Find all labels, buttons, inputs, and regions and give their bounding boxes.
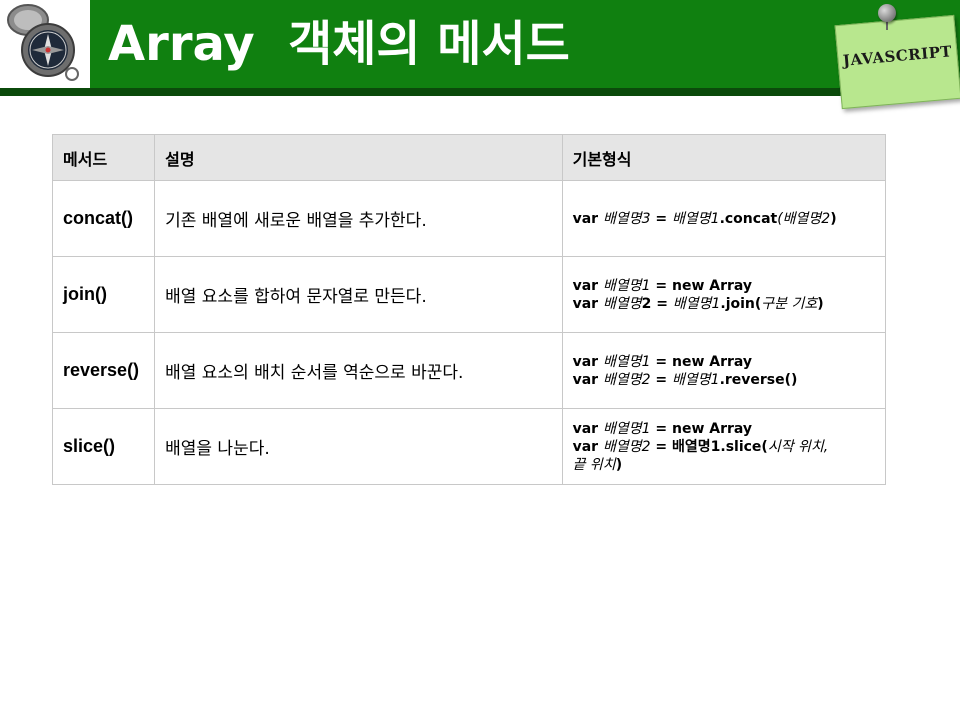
table-row: slice() 배열을 나눈다. var 배열명1 = new Array var… (51, 408, 887, 485)
syntax-segment: var (572, 353, 603, 370)
syntax-segment: ) (830, 210, 837, 227)
form-cell: var 배열명1 = new Array var 배열명2 = 배열명1.reve… (561, 332, 887, 409)
note-label: JAVASCRIPT (842, 42, 953, 70)
header-method: 메서드 (51, 134, 156, 181)
syntax-segment: = 배열명1.slice( (650, 438, 768, 455)
description-cell: 배열 요소를 합하여 문자열로 만든다. (154, 256, 563, 333)
method-description: 배열 요소의 배치 순서를 역순으로 바꾼다. (165, 363, 464, 383)
syntax-segment: .reverse() (719, 371, 798, 388)
syntax-segment: var (572, 277, 603, 294)
syntax-segment: 배열명1 (602, 420, 651, 437)
syntax-segment: 끝 위치 (572, 456, 616, 473)
syntax-segment: var (572, 210, 603, 227)
syntax-segment: 배열명3 (602, 210, 651, 227)
sticky-note: JAVASCRIPT (834, 14, 960, 110)
form-cell: var 배열명1 = new Array var 배열명2 = 배열명1.slic… (561, 408, 887, 485)
syntax-line: var 배열명1 = new Array (573, 353, 875, 371)
syntax-segment: 배열명1 (672, 210, 720, 227)
compass-icon (7, 4, 79, 81)
method-cell: reverse() (51, 332, 156, 409)
syntax-segment: = (650, 210, 672, 227)
syntax-segment: var (572, 371, 603, 388)
syntax-segment: 2 = (641, 295, 673, 312)
description-cell: 배열을 나눈다. (154, 408, 563, 485)
syntax-segment: = (650, 371, 672, 388)
syntax-line: 끝 위치) (573, 456, 875, 474)
header-underline (0, 88, 960, 96)
syntax-segment: = new Array (650, 353, 753, 370)
method-cell: join() (51, 256, 156, 333)
method-cell: slice() (51, 408, 156, 485)
syntax-segment: 배열명1 (602, 277, 651, 294)
syntax-segment: 배열명1 (602, 353, 651, 370)
syntax-line: var 배열명2 = 배열명1.reverse() (573, 371, 875, 389)
description-cell: 배열 요소의 배치 순서를 역순으로 바꾼다. (154, 332, 563, 409)
syntax-line: var 배열명3 = 배열명1.concat(배열명2) (573, 210, 875, 228)
method-description: 기존 배열에 새로운 배열을 추가한다. (165, 211, 427, 231)
syntax-segment: 배열명2 (602, 371, 651, 388)
method-description: 배열을 나눈다. (165, 439, 270, 459)
table-row: reverse() 배열 요소의 배치 순서를 역순으로 바꾼다. var 배열… (51, 332, 887, 409)
syntax-segment: ) (615, 456, 623, 473)
syntax-line: var 배열명1 = new Array (573, 277, 875, 295)
method-name: reverse() (63, 360, 140, 380)
syntax-line: var 배열명2 = 배열명1.slice(시작 위치, (573, 438, 875, 456)
syntax-segment: var (572, 295, 603, 312)
method-cell: concat() (51, 180, 156, 257)
syntax-segment: = new Array (650, 277, 753, 294)
syntax-segment: 배열명 (602, 295, 642, 312)
syntax-segment: .concat (719, 210, 778, 227)
syntax-segment: (배열명2 (777, 210, 831, 227)
syntax-segment: var (572, 420, 603, 437)
syntax-segment: 구분 기호 (761, 295, 818, 312)
logo-box (0, 0, 90, 88)
syntax-segment: 배열명2 (602, 438, 651, 455)
syntax-segment: = new Array (650, 420, 753, 437)
syntax-segment: 시작 위치, (767, 438, 829, 455)
syntax-line: var 배열명2 = 배열명1.join(구분 기호) (573, 295, 875, 313)
form-cell: var 배열명1 = new Array var 배열명2 = 배열명1.join… (561, 256, 887, 333)
method-name: join() (63, 284, 107, 304)
slide-header: Array 객체의 메서드 JAVASCRIPT (0, 0, 960, 110)
syntax-segment: 배열명1 (672, 295, 721, 312)
page-title: Array 객체의 메서드 (108, 16, 570, 72)
method-name: slice() (63, 436, 116, 456)
method-name: concat() (63, 208, 134, 228)
syntax-segment: 배열명1 (672, 371, 720, 388)
syntax-segment: ) (817, 295, 824, 312)
pushpin-icon (878, 4, 896, 22)
method-description: 배열 요소를 합하여 문자열로 만든다. (165, 287, 427, 307)
table-row: concat() 기존 배열에 새로운 배열을 추가한다. var 배열명3 =… (51, 180, 887, 257)
table-header-row: 메서드 설명 기본형식 (51, 134, 887, 181)
description-cell: 기존 배열에 새로운 배열을 추가한다. (154, 180, 563, 257)
header-description: 설명 (154, 134, 563, 181)
header-form: 기본형식 (561, 134, 887, 181)
table-row: join() 배열 요소를 합하여 문자열로 만든다. var 배열명1 = n… (51, 256, 887, 333)
syntax-line: var 배열명1 = new Array (573, 420, 875, 438)
methods-table: 메서드 설명 기본형식 concat() 기존 배열에 새로운 배열을 추가한다… (51, 134, 887, 485)
syntax-segment: var (572, 438, 603, 455)
syntax-segment: .join( (720, 295, 762, 312)
form-cell: var 배열명3 = 배열명1.concat(배열명2) (561, 180, 887, 257)
